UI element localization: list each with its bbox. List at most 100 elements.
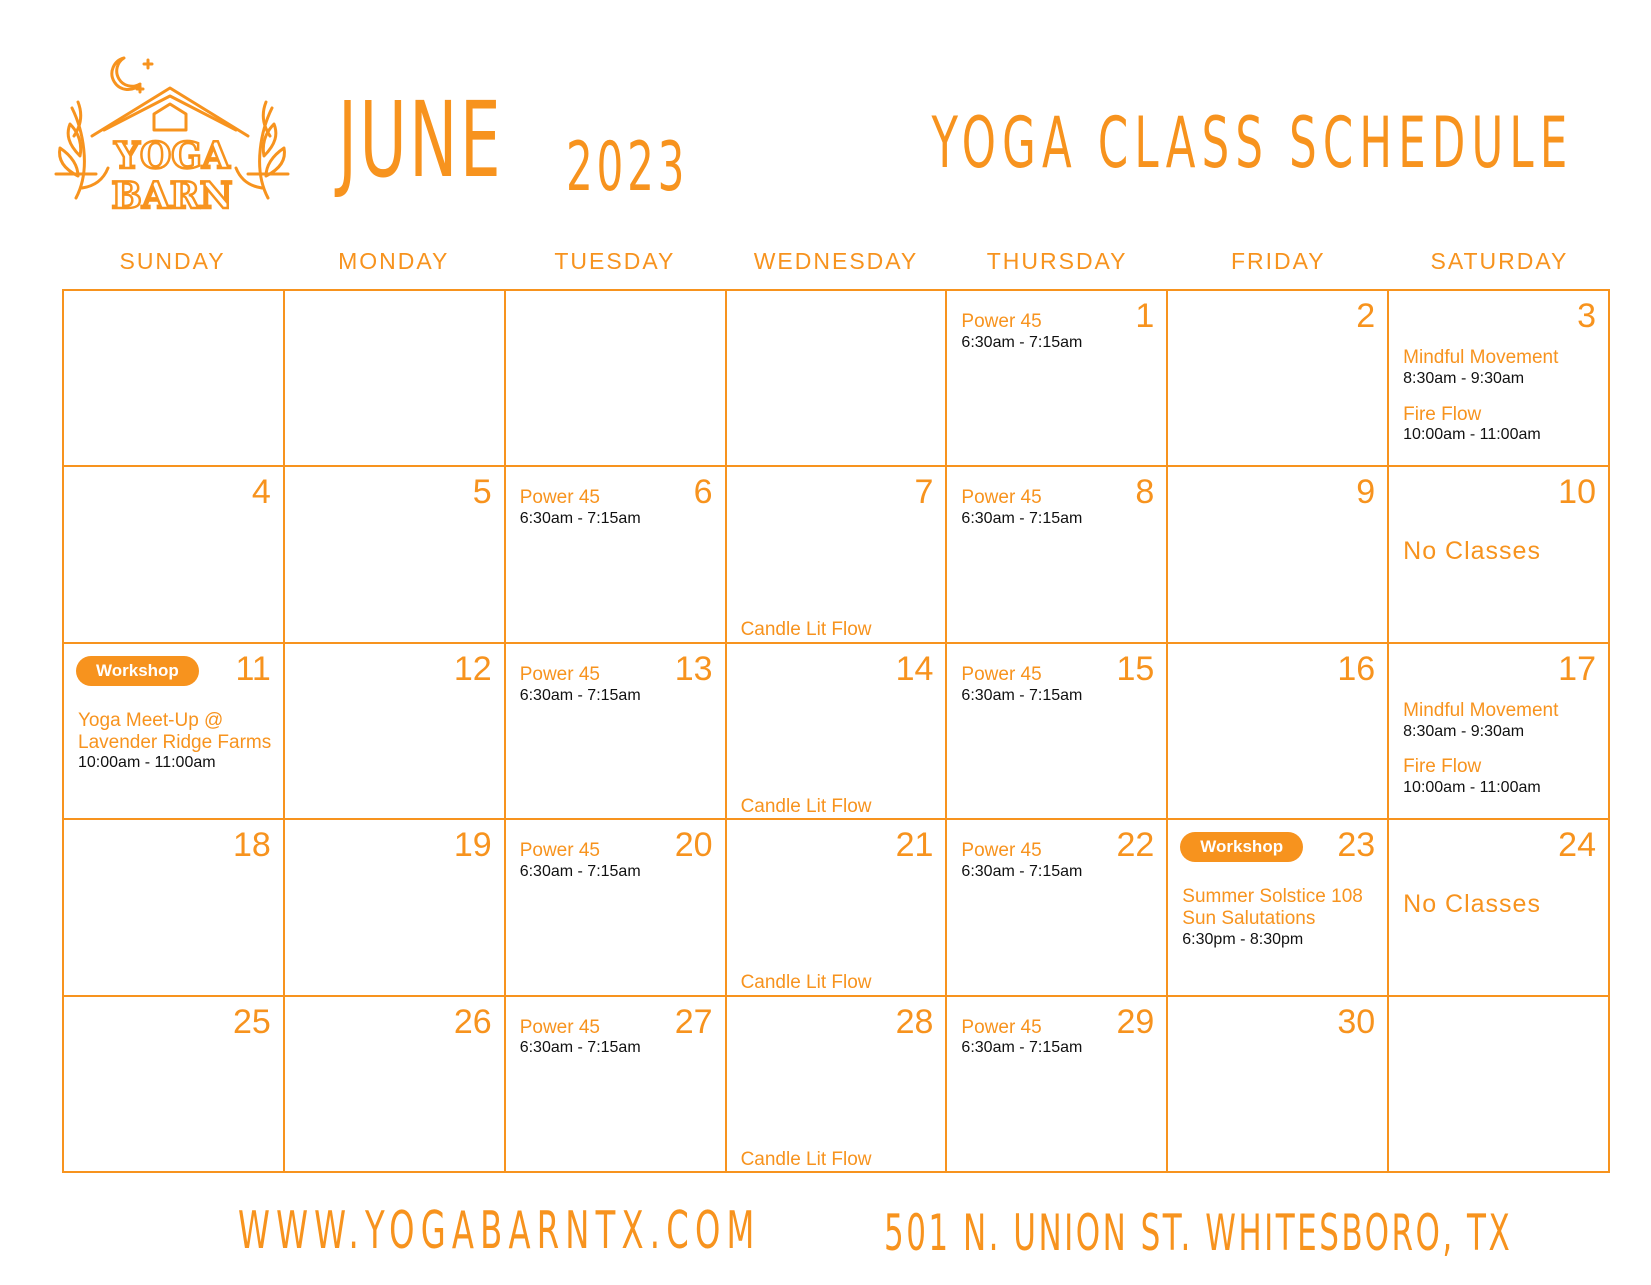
calendar-day-cell[interactable]: 27 Power 45 6:30am - 7:15am bbox=[505, 996, 727, 1173]
calendar-day-cell[interactable]: 4 bbox=[64, 467, 285, 644]
calendar-day-cell[interactable] bbox=[1389, 996, 1610, 1173]
calendar-day-cell[interactable]: 15 Power 45 6:30am - 7:15am bbox=[947, 643, 1169, 821]
month-title: JUNE bbox=[338, 79, 504, 201]
calendar-day-cell[interactable]: 22 Power 45 6:30am - 7:15am bbox=[947, 820, 1169, 997]
class-name[interactable]: Yoga Meet-Up @ Lavender Ridge Farms bbox=[78, 710, 273, 754]
calendar-day-cell[interactable]: 1 Power 45 6:30am - 7:15am bbox=[947, 291, 1169, 468]
event-list: Candle Lit Flow6:30pm - 7:30pm bbox=[741, 796, 936, 818]
day-number: 28 bbox=[895, 1002, 934, 1041]
day-number: 19 bbox=[453, 826, 492, 865]
class-time: 6:30am - 7:15am bbox=[961, 686, 1083, 704]
schedule-title: YOGA CLASS SCHEDULE bbox=[931, 102, 1573, 184]
weekday-label-thursday: THURSDAY bbox=[986, 248, 1128, 274]
event-list: Power 45 6:30am - 7:15am bbox=[961, 664, 1156, 721]
calendar-day-cell[interactable]: 21 Candle Lit Flow6:30pm - 7:30pm bbox=[726, 820, 948, 997]
class-name[interactable]: Power 45 bbox=[961, 487, 1156, 509]
calendar-day-cell[interactable]: 23 Workshop Summer Solstice 108 Sun Saluta… bbox=[1168, 820, 1390, 997]
event-list: Summer Solstice 108 Sun Salutations 6:30p… bbox=[1182, 886, 1377, 964]
class-name[interactable]: Mindful Movement bbox=[1403, 700, 1598, 722]
no-classes-note: No Classes bbox=[1403, 890, 1541, 919]
event-list: Yoga Meet-Up @ Lavender Ridge Farms 10:00… bbox=[78, 710, 273, 788]
class-time: 10:00am - 11:00am bbox=[78, 754, 216, 772]
weekday-label-friday: FRIDAY bbox=[1230, 248, 1326, 274]
calendar-day-cell[interactable]: 24 No Classes bbox=[1389, 820, 1610, 997]
class-name[interactable]: Mindful Movement bbox=[1403, 347, 1598, 369]
class-name[interactable]: Power 45 bbox=[961, 1017, 1156, 1039]
calendar-day-cell[interactable]: 13 Power 45 6:30am - 7:15am bbox=[505, 643, 727, 821]
calendar-day-cell[interactable] bbox=[505, 291, 727, 468]
class-time: 10:00am - 11:00am bbox=[1403, 426, 1541, 444]
calendar-day-cell[interactable] bbox=[726, 291, 948, 468]
weekday-label-wednesday: WEDNESDAY bbox=[753, 248, 919, 274]
workshop-badge: Workshop bbox=[1180, 832, 1304, 863]
class-name[interactable]: Candle Lit Flow bbox=[741, 972, 936, 994]
calendar-day-cell[interactable]: 2 bbox=[1168, 291, 1390, 468]
event-list: Power 45 6:30am - 7:15am bbox=[961, 311, 1156, 368]
day-number: 11 bbox=[235, 649, 271, 688]
event-list: Candle Lit Flow6:30pm - 7:30pm bbox=[741, 972, 936, 994]
class-name[interactable]: Candle Lit Flow bbox=[741, 796, 936, 818]
no-classes-note: No Classes bbox=[1403, 537, 1541, 566]
calendar-day-cell[interactable]: 11 Workshop Yoga Meet-Up @ Lavender Ridge … bbox=[64, 643, 285, 821]
workshop-badge: Workshop bbox=[76, 655, 199, 686]
calendar-grid: 1 Power 45 6:30am - 7:15am 2 3 Mindful Moveme… bbox=[62, 289, 1610, 1173]
calendar-day-cell[interactable]: 8 Power 45 6:30am - 7:15am bbox=[947, 467, 1169, 644]
day-number: 30 bbox=[1337, 1002, 1376, 1041]
calendar-day-cell[interactable]: 19 bbox=[284, 820, 506, 997]
event-list: Power 45 6:30am - 7:15am bbox=[520, 840, 715, 897]
svg-text:YOGA: YOGA bbox=[113, 135, 231, 177]
calendar-day-cell[interactable]: 20 Power 45 6:30am - 7:15am bbox=[505, 820, 727, 997]
calendar-day-cell[interactable]: 18 bbox=[64, 820, 285, 997]
day-number: 23 bbox=[1337, 826, 1376, 865]
class-name[interactable]: Power 45 bbox=[961, 840, 1156, 862]
day-number: 16 bbox=[1337, 649, 1376, 688]
class-name[interactable]: Power 45 bbox=[520, 487, 715, 509]
class-name[interactable]: Power 45 bbox=[520, 840, 715, 862]
class-name[interactable]: Fire Flow bbox=[1403, 404, 1598, 426]
calendar-day-cell[interactable] bbox=[64, 291, 285, 468]
day-number: 17 bbox=[1558, 649, 1596, 688]
event-list: Power 45 6:30am - 7:15am bbox=[961, 840, 1156, 897]
calendar-day-cell[interactable]: 7 Candle Lit Flow6:30pm - 7:30pm bbox=[726, 467, 948, 644]
website-link[interactable]: WWW.YOGABARNTX.COM bbox=[238, 1205, 761, 1257]
calendar-day-cell[interactable]: 17 Mindful Movement 8:30am - 9:30am Fire Fl… bbox=[1389, 643, 1610, 821]
calendar-day-cell[interactable]: 9 bbox=[1168, 467, 1390, 644]
calendar-day-cell[interactable]: 16 bbox=[1168, 643, 1390, 821]
class-name[interactable]: Power 45 bbox=[520, 664, 715, 686]
calendar-day-cell[interactable]: 30 bbox=[1168, 996, 1390, 1173]
day-number: 21 bbox=[895, 826, 934, 865]
address-text: 501 N. UNION ST. WHITESBORO, TX bbox=[884, 1204, 1513, 1262]
weekday-label-tuesday: TUESDAY bbox=[554, 248, 676, 274]
calendar-day-cell[interactable]: 5 bbox=[284, 467, 506, 644]
calendar-day-cell[interactable]: 6 Power 45 6:30am - 7:15am bbox=[505, 467, 727, 644]
class-name[interactable]: Candle Lit Flow bbox=[741, 1149, 936, 1171]
calendar-day-cell[interactable]: 12 bbox=[284, 643, 506, 821]
star-icon bbox=[142, 58, 154, 70]
class-time: 6:30am - 7:15am bbox=[961, 333, 1083, 351]
svg-text:BARN: BARN bbox=[111, 175, 232, 217]
class-time: 6:30am - 7:15am bbox=[519, 1039, 641, 1057]
class-name[interactable]: Power 45 bbox=[961, 311, 1156, 333]
calendar-day-cell[interactable]: 3 Mindful Movement 8:30am - 9:30am Fire Flo… bbox=[1389, 291, 1610, 468]
calendar-day-cell[interactable]: 26 bbox=[284, 996, 506, 1173]
class-name[interactable]: Candle Lit Flow bbox=[741, 619, 936, 641]
calendar-day-cell[interactable]: 28 Candle Lit Flow6:30pm - 7:30pm bbox=[726, 996, 948, 1173]
day-number: 14 bbox=[895, 649, 934, 688]
class-time: 6:30am - 7:15am bbox=[961, 863, 1083, 881]
calendar-day-cell[interactable]: 10 No Classes bbox=[1389, 467, 1610, 644]
event-list: Candle Lit Flow6:30pm - 7:30pm bbox=[741, 619, 936, 641]
calendar-day-cell[interactable]: 25 bbox=[64, 996, 285, 1173]
class-name[interactable]: Power 45 bbox=[520, 1017, 715, 1039]
day-number: 26 bbox=[453, 1002, 492, 1041]
calendar-day-cell[interactable]: 29 Power 45 6:30am - 7:15am bbox=[947, 996, 1169, 1173]
calendar-day-cell[interactable]: 14 Candle Lit Flow6:30pm - 7:30pm bbox=[726, 643, 948, 821]
class-name[interactable]: Power 45 bbox=[961, 664, 1156, 686]
weekday-label-monday: MONDAY bbox=[338, 248, 450, 274]
class-name[interactable]: Summer Solstice 108 Sun Salutations bbox=[1182, 886, 1377, 930]
day-number: 25 bbox=[233, 1002, 271, 1041]
event-list: Power 45 6:30am - 7:15am bbox=[961, 487, 1156, 544]
calendar-day-cell[interactable] bbox=[284, 291, 506, 468]
class-name[interactable]: Fire Flow bbox=[1403, 756, 1598, 778]
weekday-label-saturday: SATURDAY bbox=[1430, 248, 1569, 274]
moon-icon bbox=[110, 56, 142, 91]
